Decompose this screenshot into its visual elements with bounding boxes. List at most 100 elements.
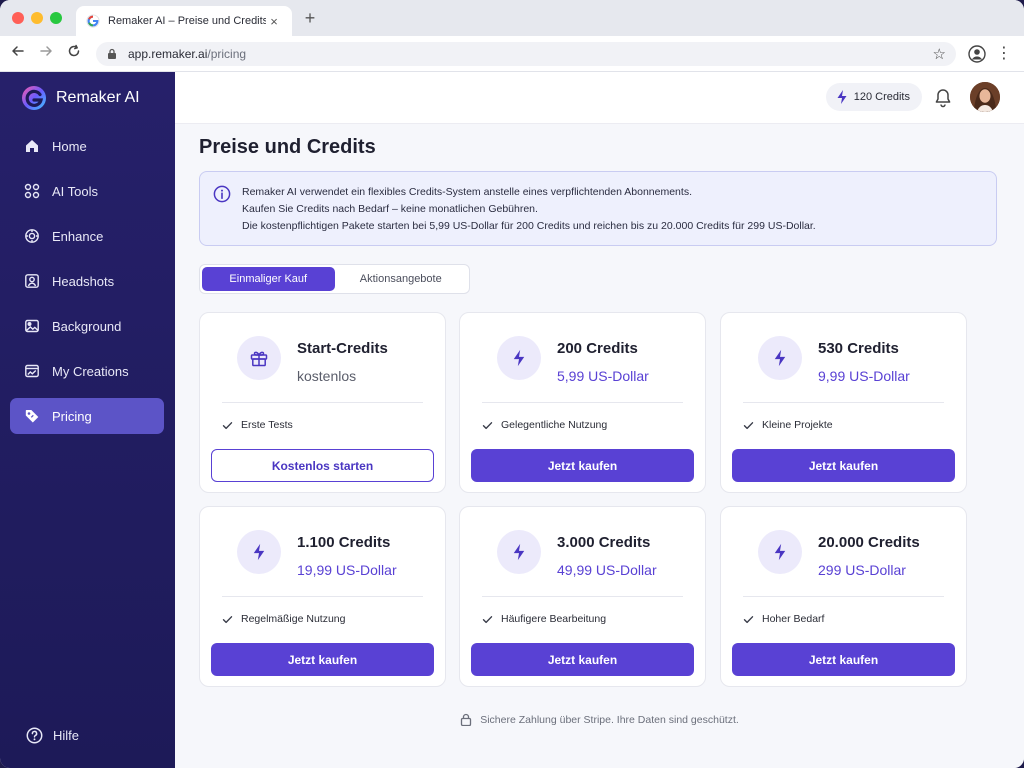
card-divider bbox=[482, 596, 683, 597]
url-text: app.remaker.ai/pricing bbox=[128, 47, 933, 61]
sidebar-item-headshots[interactable]: Headshots bbox=[10, 263, 164, 299]
plan-price: 5,99 US-Dollar bbox=[557, 368, 649, 384]
tab-close-button[interactable]: × bbox=[266, 14, 282, 29]
card-divider bbox=[222, 596, 423, 597]
plan-feature-text: Häufigere Bearbeitung bbox=[501, 613, 607, 625]
browser-profile-icon[interactable] bbox=[968, 45, 986, 63]
bell-icon[interactable] bbox=[934, 88, 952, 108]
check-icon bbox=[743, 421, 754, 429]
check-icon bbox=[482, 615, 493, 623]
tab-one-time-purchase[interactable]: Einmaliger Kauf bbox=[202, 267, 335, 291]
help-label: Hilfe bbox=[53, 728, 80, 743]
forward-button[interactable] bbox=[36, 44, 56, 64]
buy-now-button[interactable]: Jetzt kaufen bbox=[211, 643, 434, 676]
lock-icon bbox=[108, 48, 116, 59]
plan-feature-text: Regelmäßige Nutzung bbox=[241, 613, 346, 625]
close-window-button[interactable] bbox=[12, 12, 24, 24]
plan-feature-text: Erste Tests bbox=[241, 419, 293, 431]
help-link[interactable]: Hilfe bbox=[26, 727, 79, 744]
start-free-button[interactable]: Kostenlos starten bbox=[211, 449, 434, 482]
plan-name: 20.000 Credits bbox=[818, 534, 920, 551]
bolt-icon bbox=[237, 530, 281, 574]
check-icon bbox=[222, 421, 233, 429]
tab-favicon-icon bbox=[86, 14, 100, 28]
sidebar-item-label: AI Tools bbox=[52, 183, 99, 199]
browser-tab-active[interactable]: Remaker AI – Preise und Credits × bbox=[76, 6, 292, 36]
bookmark-star-icon[interactable]: ☆ bbox=[933, 45, 946, 63]
plan-card-start-credits: Start-Credits kostenlos Erste Tests Kost… bbox=[199, 312, 446, 493]
plan-card-20000-credits: 20.000 Credits 299 US-Dollar Hoher Bedar… bbox=[720, 506, 967, 687]
card-divider bbox=[222, 402, 423, 403]
creations-icon bbox=[23, 363, 40, 380]
lock-icon bbox=[461, 713, 472, 726]
plan-card-1100-credits: 1.100 Credits 19,99 US-Dollar Regelmäßig… bbox=[199, 506, 446, 687]
sidebar-item-background[interactable]: Background bbox=[10, 308, 164, 344]
sidebar-item-label: My Creations bbox=[52, 363, 129, 379]
sidebar-item-label: Pricing bbox=[52, 408, 92, 424]
sidebar-item-label: Enhance bbox=[52, 228, 104, 244]
user-avatar[interactable] bbox=[970, 82, 1000, 112]
avatar-photo-icon bbox=[970, 82, 1000, 112]
card-divider bbox=[743, 402, 944, 403]
home-icon bbox=[23, 138, 40, 155]
sidebar-item-pricing[interactable]: Pricing bbox=[10, 398, 164, 434]
url-host: app.remaker.ai bbox=[128, 47, 208, 61]
info-line: Die kostenpflichtigen Pakete starten bei… bbox=[242, 220, 816, 232]
bolt-icon bbox=[497, 336, 541, 380]
maximize-window-button[interactable] bbox=[50, 12, 62, 24]
buy-now-button[interactable]: Jetzt kaufen bbox=[471, 643, 694, 676]
buy-now-button[interactable]: Jetzt kaufen bbox=[732, 643, 955, 676]
sidebar-item-label: Headshots bbox=[52, 273, 115, 289]
plan-feature: Hoher Bedarf bbox=[743, 613, 824, 625]
reload-button[interactable] bbox=[64, 44, 84, 64]
plan-name: 3.000 Credits bbox=[557, 534, 651, 551]
plan-card-3000-credits: 3.000 Credits 49,99 US-Dollar Häufigere … bbox=[459, 506, 706, 687]
plan-card-530-credits: 530 Credits 9,99 US-Dollar Kleine Projek… bbox=[720, 312, 967, 493]
tab-promotions[interactable]: Aktionsangebote bbox=[335, 267, 468, 291]
sidebar-item-home[interactable]: Home bbox=[10, 128, 164, 164]
plan-name: 530 Credits bbox=[818, 340, 899, 357]
url-path: /pricing bbox=[207, 47, 247, 61]
secure-payment-note: Sichere Zahlung über Stripe. Ihre Daten … bbox=[175, 713, 1024, 726]
back-button[interactable] bbox=[8, 44, 28, 64]
check-icon bbox=[222, 615, 233, 623]
plan-name: Start-Credits bbox=[297, 340, 388, 357]
top-bar: 120 Credits bbox=[175, 72, 1024, 124]
sidebar-item-my-creations[interactable]: My Creations bbox=[10, 353, 164, 389]
arrow-right-icon bbox=[40, 46, 52, 56]
plan-feature: Erste Tests bbox=[222, 419, 293, 431]
brand[interactable]: Remaker AI bbox=[20, 84, 140, 112]
plan-name: 200 Credits bbox=[557, 340, 638, 357]
app-container: Remaker AI Home AI Tools Enhance Headsho… bbox=[0, 72, 1024, 768]
buy-now-button[interactable]: Jetzt kaufen bbox=[732, 449, 955, 482]
plan-feature: Kleine Projekte bbox=[743, 419, 833, 431]
new-tab-button[interactable]: + bbox=[300, 8, 320, 28]
bolt-icon bbox=[497, 530, 541, 574]
card-divider bbox=[743, 596, 944, 597]
browser-menu-icon[interactable]: ⋮ bbox=[996, 44, 1012, 64]
window-controls bbox=[12, 12, 62, 24]
reload-icon bbox=[68, 44, 80, 57]
enhance-icon bbox=[23, 228, 40, 245]
sidebar-item-enhance[interactable]: Enhance bbox=[10, 218, 164, 254]
credits-balance-text: 120 Credits bbox=[853, 91, 910, 103]
secure-payment-text: Sichere Zahlung über Stripe. Ihre Daten … bbox=[480, 713, 739, 726]
sidebar-nav: Home AI Tools Enhance Headshots Backgrou… bbox=[10, 128, 164, 443]
sidebar: Remaker AI Home AI Tools Enhance Headsho… bbox=[0, 72, 175, 768]
plan-price: 19,99 US-Dollar bbox=[297, 562, 397, 578]
plan-feature: Regelmäßige Nutzung bbox=[222, 613, 345, 625]
info-line: Remaker AI verwendet ein flexibles Credi… bbox=[242, 186, 692, 198]
browser-address-bar: app.remaker.ai/pricing ☆ ⋮ bbox=[0, 36, 1024, 72]
plan-price: 9,99 US-Dollar bbox=[818, 368, 910, 384]
image-background-icon bbox=[23, 318, 40, 335]
minimize-window-button[interactable] bbox=[31, 12, 43, 24]
plan-card-200-credits: 200 Credits 5,99 US-Dollar Gelegentliche… bbox=[459, 312, 706, 493]
plan-name: 1.100 Credits bbox=[297, 534, 391, 551]
url-bar[interactable]: app.remaker.ai/pricing ☆ bbox=[96, 42, 956, 66]
sidebar-item-ai-tools[interactable]: AI Tools bbox=[10, 173, 164, 209]
page-title: Preise und Credits bbox=[199, 136, 376, 158]
credits-balance-badge[interactable]: 120 Credits bbox=[825, 83, 922, 111]
plan-feature-text: Kleine Projekte bbox=[762, 419, 833, 431]
buy-now-button[interactable]: Jetzt kaufen bbox=[471, 449, 694, 482]
headshot-icon bbox=[23, 273, 40, 290]
